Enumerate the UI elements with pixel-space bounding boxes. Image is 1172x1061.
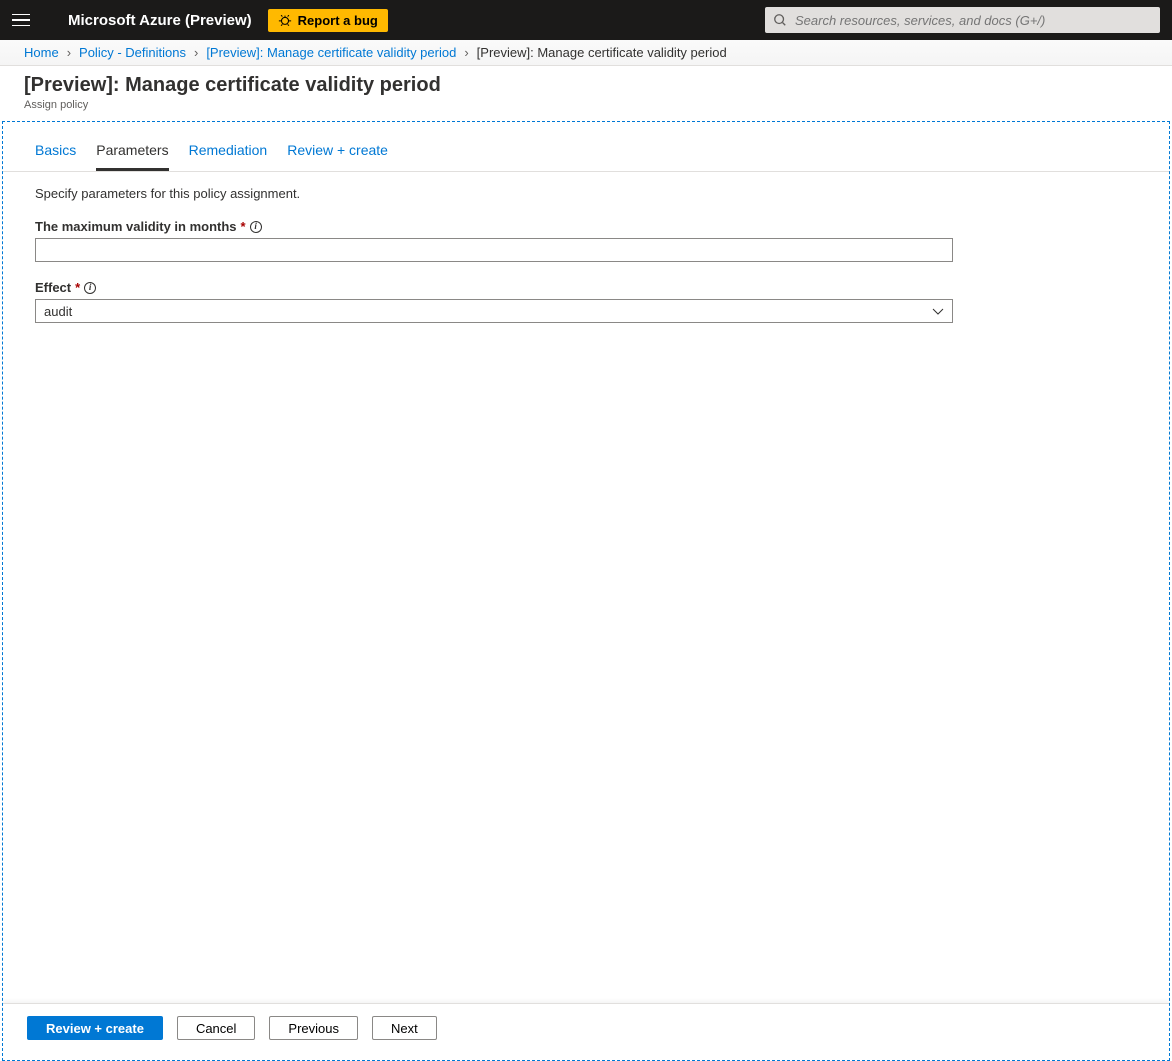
chevron-right-icon: › xyxy=(464,45,468,60)
required-indicator: * xyxy=(75,280,80,295)
search-icon xyxy=(773,13,787,27)
max-validity-input[interactable] xyxy=(35,238,953,262)
field-effect-label: Effect xyxy=(35,280,71,295)
report-bug-button[interactable]: Report a bug xyxy=(268,9,388,32)
page-subtitle: Assign policy xyxy=(24,99,1148,111)
breadcrumb-policy-preview[interactable]: [Preview]: Manage certificate validity p… xyxy=(206,45,456,60)
tab-parameters[interactable]: Parameters xyxy=(96,142,168,171)
form-body: Specify parameters for this policy assig… xyxy=(3,172,1169,1003)
review-create-button[interactable]: Review + create xyxy=(27,1016,163,1040)
page-header: [Preview]: Manage certificate validity p… xyxy=(0,66,1172,121)
tab-basics[interactable]: Basics xyxy=(35,142,76,171)
breadcrumb-policy-definitions[interactable]: Policy - Definitions xyxy=(79,45,186,60)
field-max-validity-label-row: The maximum validity in months * i xyxy=(35,219,953,234)
hamburger-menu-icon[interactable] xyxy=(12,10,32,30)
content-panel: Basics Parameters Remediation Review + c… xyxy=(2,121,1170,1061)
breadcrumb: Home › Policy - Definitions › [Preview]:… xyxy=(0,40,1172,66)
report-bug-label: Report a bug xyxy=(298,13,378,28)
chevron-right-icon: › xyxy=(67,45,71,60)
bug-icon xyxy=(278,13,292,27)
page-title: [Preview]: Manage certificate validity p… xyxy=(24,74,1148,97)
cancel-button[interactable]: Cancel xyxy=(177,1016,255,1040)
info-icon[interactable]: i xyxy=(84,282,96,294)
brand-title: Microsoft Azure (Preview) xyxy=(68,12,252,29)
field-max-validity-label: The maximum validity in months xyxy=(35,219,237,234)
tab-review-create[interactable]: Review + create xyxy=(287,142,388,171)
breadcrumb-current: [Preview]: Manage certificate validity p… xyxy=(477,45,727,60)
chevron-right-icon: › xyxy=(194,45,198,60)
form-description: Specify parameters for this policy assig… xyxy=(35,186,1137,201)
global-search xyxy=(765,7,1160,33)
tab-remediation[interactable]: Remediation xyxy=(189,142,268,171)
search-input[interactable] xyxy=(765,7,1160,33)
chevron-down-icon xyxy=(930,303,946,319)
effect-select-value: audit xyxy=(44,304,72,319)
required-indicator: * xyxy=(241,219,246,234)
breadcrumb-home[interactable]: Home xyxy=(24,45,59,60)
info-icon[interactable]: i xyxy=(250,221,262,233)
footer-action-bar: Review + create Cancel Previous Next xyxy=(3,1003,1169,1061)
effect-select[interactable]: audit xyxy=(35,299,953,323)
field-effect-label-row: Effect * i xyxy=(35,280,953,295)
tab-bar: Basics Parameters Remediation Review + c… xyxy=(3,122,1169,172)
field-max-validity: The maximum validity in months * i xyxy=(35,219,953,262)
top-navigation-bar: Microsoft Azure (Preview) Report a bug xyxy=(0,0,1172,40)
field-effect: Effect * i audit xyxy=(35,280,953,323)
previous-button[interactable]: Previous xyxy=(269,1016,358,1040)
next-button[interactable]: Next xyxy=(372,1016,437,1040)
